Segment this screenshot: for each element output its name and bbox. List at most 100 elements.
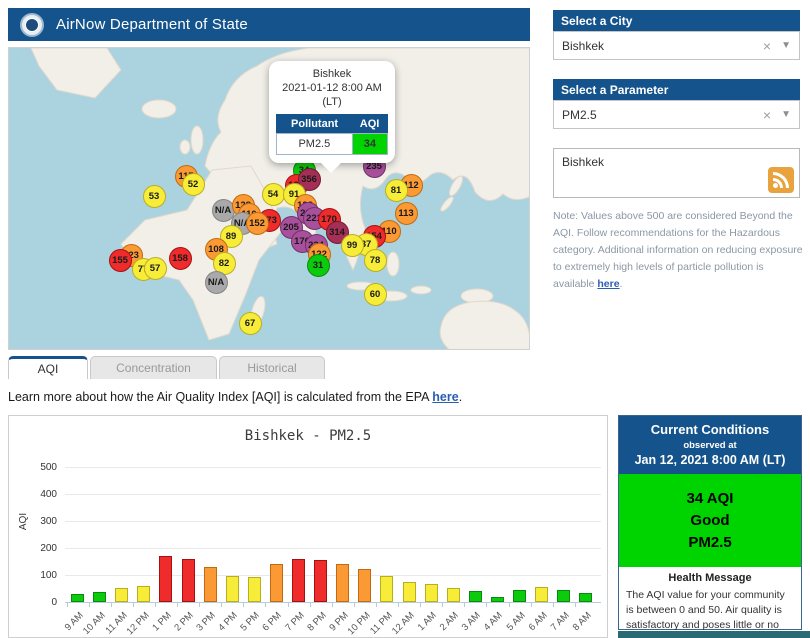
chart-axis-tick — [331, 602, 333, 607]
observed-at-label: observed at — [683, 440, 737, 451]
aqi-marker[interactable]: N/A — [204, 270, 228, 294]
chart-axis-tick — [154, 602, 156, 607]
chart-axis-tick — [66, 602, 68, 607]
aqi-bar[interactable] — [71, 594, 84, 602]
tab-concentration[interactable]: Concentration — [90, 356, 217, 379]
epa-link[interactable]: here — [432, 390, 458, 404]
city-dropdown-icon[interactable]: ▼ — [781, 40, 791, 51]
aqi-marker[interactable]: 54 — [261, 182, 285, 206]
current-aqi-value: 34 AQI — [686, 490, 734, 507]
health-message-title: Health Message — [668, 572, 752, 584]
parameter-dropdown-icon[interactable]: ▼ — [781, 109, 791, 120]
rss-feed-box: Bishkek — [553, 148, 800, 198]
aqi-bar[interactable] — [93, 592, 107, 602]
current-aqi-category: Good — [690, 512, 730, 529]
map-popup[interactable]: Bishkek 2021-01-12 8:00 AM (LT) Pollutan… — [269, 61, 395, 174]
aqi-bar[interactable] — [137, 586, 151, 602]
city-clear-icon[interactable]: × — [763, 38, 771, 54]
aqi-bar-chart: Bishkek - PM2.5 AQI 0 100 200 300 400 500 9 AM… — [8, 415, 608, 638]
aqi-bar[interactable] — [115, 588, 129, 602]
chart-axis-tick — [309, 602, 311, 607]
aqi-marker[interactable]: 152 — [245, 211, 269, 235]
aqi-bar[interactable] — [468, 591, 482, 602]
chart-axis-tick — [508, 602, 510, 607]
aqi-bar[interactable] — [513, 590, 526, 602]
aqi-bar[interactable] — [247, 577, 261, 602]
aqi-bar[interactable] — [336, 564, 350, 602]
city-select[interactable]: Bishkek × ▼ — [553, 31, 800, 60]
aqi-bar[interactable] — [402, 582, 416, 602]
aqi-marker[interactable]: 113 — [394, 201, 418, 225]
chart-axis-tick — [442, 602, 444, 607]
chart-gridline — [65, 575, 601, 576]
chart-axis-tick — [110, 602, 112, 607]
chart-axis-tick — [420, 602, 422, 607]
popup-table: Pollutant AQI PM2.5 34 — [276, 114, 389, 156]
aqi-bar[interactable] — [557, 590, 571, 602]
aqi-marker[interactable]: 158 — [168, 246, 192, 270]
chart-axis-tick — [177, 602, 178, 607]
chart-y-tick: 0 — [51, 597, 57, 608]
current-conditions-title: Current Conditions — [650, 422, 770, 437]
chart-y-tick: 300 — [40, 516, 57, 527]
view-tabs: AQI Concentration Historical — [8, 356, 325, 379]
popup-pollutant-header: Pollutant — [276, 114, 353, 134]
chart-axis-tick — [88, 602, 90, 607]
note-link[interactable]: here — [597, 278, 619, 290]
aqi-marker[interactable]: 53 — [142, 184, 166, 208]
aqi-bar[interactable] — [490, 597, 504, 602]
aqi-bar[interactable] — [535, 587, 549, 602]
aqi-bar[interactable] — [380, 576, 394, 602]
parameter-select[interactable]: PM2.5 × ▼ — [553, 100, 800, 129]
aqi-bar[interactable] — [579, 593, 593, 602]
aqi-marker[interactable]: 60 — [363, 282, 387, 306]
rss-icon[interactable] — [768, 167, 794, 193]
aqi-bar[interactable] — [181, 559, 195, 602]
chart-axis-tick — [199, 602, 201, 607]
aqi-bar[interactable] — [292, 559, 305, 602]
world-aqi-map[interactable]: 117525354N/A128110173N/A1528910812315577… — [8, 47, 530, 350]
aqi-marker[interactable]: 31 — [306, 253, 330, 277]
aqi-bar[interactable] — [203, 567, 217, 602]
parameter-clear-icon[interactable]: × — [763, 107, 771, 123]
chart-axis-tick — [287, 602, 289, 607]
chart-gridline — [65, 467, 601, 468]
chart-axis-tick — [486, 602, 488, 607]
aqi-marker[interactable]: 99 — [340, 233, 364, 257]
aqi-bar[interactable] — [269, 564, 283, 602]
aqi-marker[interactable]: 67 — [238, 311, 262, 335]
chart-y-tick: 200 — [40, 543, 57, 554]
aqi-bar[interactable] — [159, 556, 173, 602]
select-city-header: Select a City — [553, 10, 800, 31]
aqi-marker[interactable]: 81 — [384, 178, 408, 202]
popup-aqi-header: AQI — [352, 114, 388, 134]
aqi-marker[interactable]: 57 — [143, 256, 167, 280]
chart-axis-tick — [574, 602, 576, 607]
chart-gridline — [65, 602, 601, 603]
chart-gridline — [65, 548, 601, 549]
current-pollutant: PM2.5 — [688, 534, 732, 551]
aqi-bar[interactable] — [358, 569, 372, 602]
chart-axis-tick — [243, 602, 245, 607]
chart-axis-tick — [530, 602, 532, 607]
rss-feed-title: Bishkek — [562, 155, 605, 169]
aqi-bar[interactable] — [424, 584, 438, 602]
chart-axis-tick — [221, 602, 223, 607]
tab-historical[interactable]: Historical — [219, 356, 325, 379]
current-conditions-panel: Current Conditions observed at Jan 12, 2… — [618, 415, 802, 638]
department-of-state-seal-icon — [20, 12, 44, 37]
city-select-value: Bishkek — [562, 38, 605, 53]
learn-more-text: Learn more about how the Air Quality Ind… — [8, 390, 463, 404]
airnow-page: AirNow Department of State 52 53 54 N/A … — [0, 0, 810, 638]
chart-y-tick: 500 — [40, 462, 57, 473]
popup-datetime: 2021-01-12 8:00 AM — [282, 81, 382, 94]
aqi-bar[interactable] — [225, 576, 239, 602]
chart-gridline — [65, 521, 601, 522]
popup-city: Bishkek — [312, 68, 352, 80]
aqi-marker[interactable]: 52 — [181, 172, 205, 196]
aqi-bar[interactable] — [314, 560, 328, 602]
aqi-marker[interactable]: 78 — [363, 248, 387, 272]
aqi-bar[interactable] — [446, 588, 460, 602]
tab-aqi[interactable]: AQI — [8, 356, 88, 379]
aqi-marker[interactable]: 155 — [108, 248, 132, 272]
